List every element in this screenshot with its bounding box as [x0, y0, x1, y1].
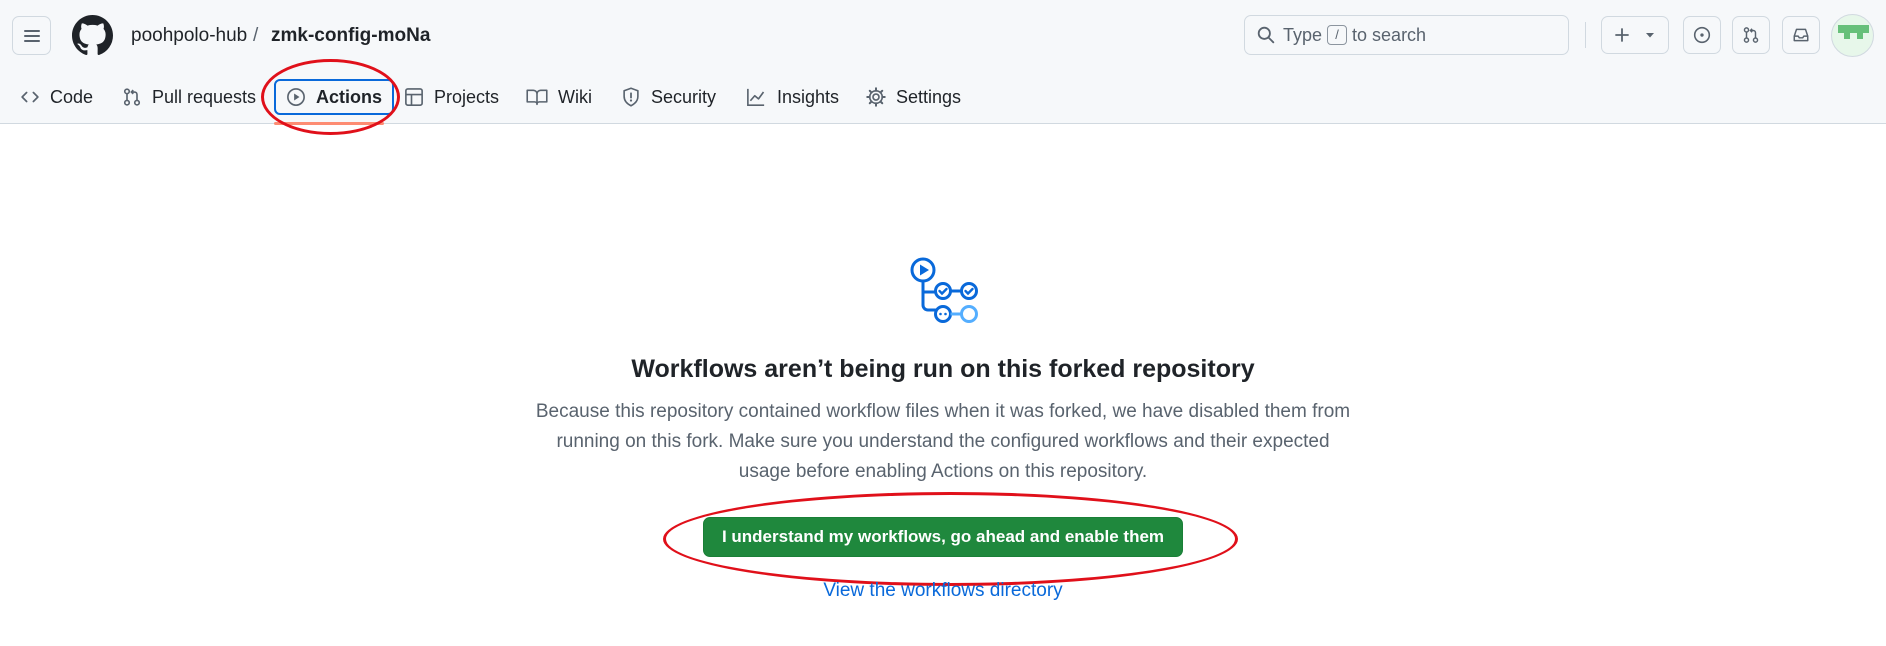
tab-security[interactable]: Security: [621, 78, 716, 116]
shield-icon: [623, 87, 639, 107]
search-input[interactable]: Type / to search: [1244, 15, 1569, 55]
avatar[interactable]: [1831, 14, 1874, 57]
workflow-icon: [910, 257, 978, 323]
tab-actions[interactable]: Actions: [274, 79, 395, 115]
tab-actions-label: Actions: [316, 86, 383, 107]
issues-button[interactable]: [1683, 16, 1721, 54]
breadcrumb-separator: /: [253, 25, 259, 46]
tab-settings[interactable]: Settings: [866, 78, 961, 116]
git-pull-request-icon: [1743, 27, 1759, 43]
play-icon: [287, 88, 305, 106]
hamburger-menu-button[interactable]: [12, 16, 51, 55]
description-line: Because this repository contained workfl…: [535, 401, 1351, 422]
tab-insights-label: Insights: [777, 86, 840, 107]
plus-icon: [1615, 28, 1629, 42]
tab-code-label: Code: [50, 86, 94, 107]
hamburger-icon: [23, 29, 40, 42]
tab-settings-label: Settings: [896, 86, 962, 107]
description-line: running on this fork. Make sure you unde…: [556, 431, 1330, 452]
tab-code[interactable]: Code: [20, 78, 93, 116]
tab-projects[interactable]: Projects: [404, 78, 499, 116]
issue-opened-icon: [1693, 26, 1711, 44]
repo-tabs: Code Pull requests Actions Projects Wiki…: [0, 78, 1886, 125]
global-nav: poohpolo-hub / zmk-config-moNa Type / to…: [0, 0, 1886, 72]
workflows-directory-link-text[interactable]: View the workflows directory: [823, 580, 1062, 601]
tab-wiki[interactable]: Wiki: [526, 78, 592, 116]
identicon-icon: [1838, 25, 1869, 39]
tab-pull-requests[interactable]: Pull requests: [122, 78, 256, 116]
tab-wiki-label: Wiki: [558, 86, 592, 107]
nav-divider: [1585, 22, 1586, 48]
active-tab-underline: [274, 122, 384, 125]
inbox-button[interactable]: [1782, 16, 1820, 54]
tab-security-label: Security: [651, 86, 717, 107]
search-icon: [1257, 26, 1275, 44]
inbox-icon: [1793, 28, 1809, 42]
pull-requests-button[interactable]: [1732, 16, 1770, 54]
book-icon: [526, 89, 548, 106]
triangle-down-icon: [1646, 33, 1654, 38]
search-suffix: to search: [1352, 24, 1427, 45]
tab-pull-requests-label: Pull requests: [152, 86, 257, 107]
git-pull-request-icon: [123, 88, 141, 106]
code-icon: [21, 91, 39, 103]
workflows-directory-link: View the workflows directory: [0, 580, 1886, 602]
table-icon: [405, 88, 423, 106]
github-logo-icon[interactable]: [72, 15, 113, 56]
tab-projects-label: Projects: [434, 86, 500, 107]
search-shortcut-key: /: [1327, 25, 1348, 45]
search-prefix: Type: [1283, 24, 1323, 45]
repo-header: poohpolo-hub / zmk-config-moNa Type / to…: [0, 0, 1886, 125]
tab-insights[interactable]: Insights: [745, 78, 839, 116]
graph-icon: [747, 88, 765, 106]
create-new-button[interactable]: [1601, 16, 1669, 54]
breadcrumb-repo-link[interactable]: zmk-config-moNa: [271, 24, 430, 48]
enable-workflows-button[interactable]: I understand my workflows, go ahead and …: [703, 517, 1183, 557]
gear-icon: [866, 87, 886, 107]
description: Because this repository contained workfl…: [513, 397, 1373, 487]
breadcrumb-owner-link[interactable]: poohpolo-hub: [131, 24, 247, 48]
page-title: Workflows aren’t being run on this forke…: [631, 355, 1255, 383]
description-line: usage before enabling Actions on this re…: [738, 461, 1148, 482]
